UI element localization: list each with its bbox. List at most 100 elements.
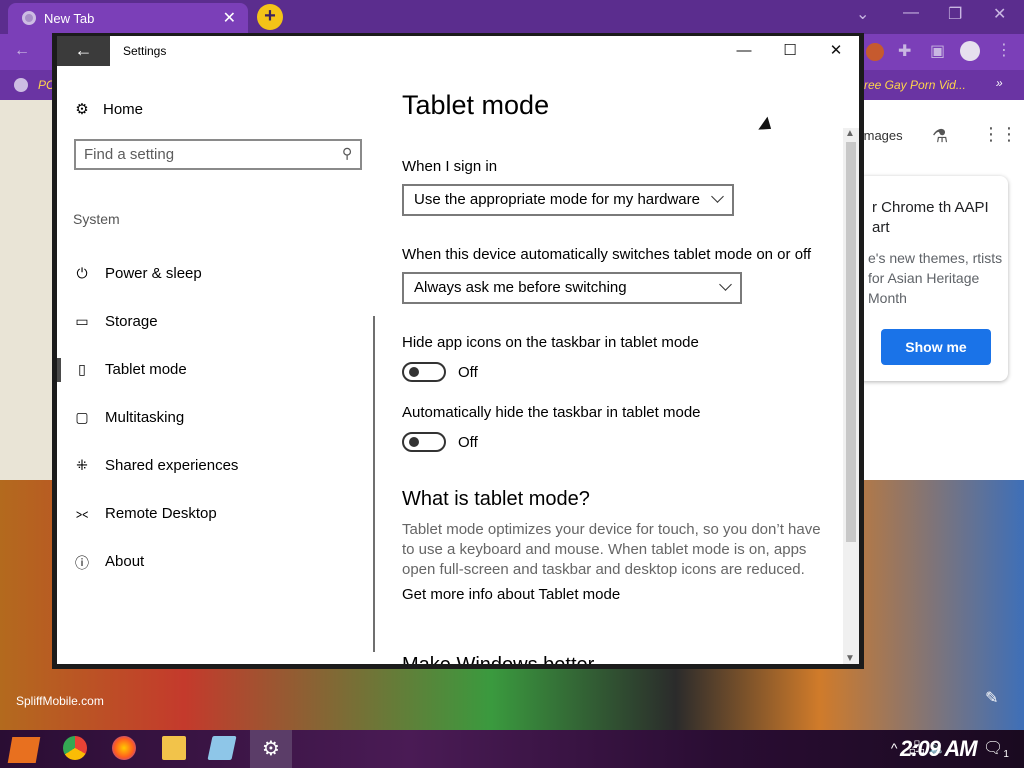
extensions-icon[interactable]: ✚ xyxy=(898,41,911,61)
sidebar-item-storage[interactable]: ▭ Storage xyxy=(57,302,367,342)
new-tab-button[interactable]: + xyxy=(257,4,283,30)
settings-titlebar: ← Settings — ☐ ✕ xyxy=(57,36,859,66)
bookmark-right[interactable]: ree Gay Porn Vid... xyxy=(864,78,966,92)
hide-icons-label: Hide app icons on the taskbar in tablet … xyxy=(402,334,699,351)
maximize-button[interactable]: ☐ xyxy=(767,40,813,62)
sidebar-item-multitasking[interactable]: ▢ Multitasking xyxy=(57,398,367,438)
labs-flask-icon[interactable]: ⚗ xyxy=(932,126,948,147)
sidebar-item-remote-desktop[interactable]: ⪥ Remote Desktop xyxy=(57,494,367,534)
menu-dots-icon[interactable]: ⋮ xyxy=(996,40,1012,60)
close-button[interactable]: ✕ xyxy=(813,40,859,62)
shared-experiences-icon: ⁜ xyxy=(76,457,88,473)
nav-section-title: System xyxy=(73,211,120,227)
switch-label: When this device automatically switches … xyxy=(402,246,812,263)
account-avatar-icon[interactable] xyxy=(960,41,980,61)
images-link[interactable]: Images xyxy=(860,128,903,143)
scroll-thumb[interactable] xyxy=(846,142,856,542)
watermark: SpliffMobile.com xyxy=(16,694,104,708)
browser-close-icon[interactable]: ✕ xyxy=(993,4,1006,24)
browser-tab[interactable]: New Tab ✕ xyxy=(8,3,248,34)
promo-body: e's new themes, rtists for Asian Heritag… xyxy=(868,250,1003,306)
chevron-down-icon xyxy=(711,190,724,203)
sidebar-item-about[interactable]: ⓘ About xyxy=(57,542,367,582)
promo-card: r Chrome th AAPI art e's new themes, rti… xyxy=(858,176,1008,381)
sidebar-item-label: Storage xyxy=(105,313,158,330)
storage-icon: ▭ xyxy=(75,313,89,329)
file-explorer-taskbar-icon[interactable] xyxy=(162,736,186,760)
page-title: Tablet mode xyxy=(402,90,550,120)
hide-taskbar-state: Off xyxy=(458,434,478,451)
what-is-description: Tablet mode optimizes your device for to… xyxy=(402,521,821,578)
browser-back-icon[interactable]: ← xyxy=(14,42,30,60)
apps-grid-icon[interactable]: ⋮⋮ xyxy=(982,124,1018,145)
settings-window: ← Settings — ☐ ✕ ⚙ Home ⚲ System ⏻ Power … xyxy=(52,33,864,669)
hide-icons-state: Off xyxy=(458,364,478,381)
browser-tab-bar: New Tab ✕ + ⌄ — ❐ ✕ xyxy=(0,0,1024,34)
chevron-down-icon xyxy=(719,278,732,291)
sidebar-item-shared-experiences[interactable]: ⁜ Shared experiences xyxy=(57,446,367,486)
app-taskbar-icon[interactable] xyxy=(207,736,237,760)
info-icon: ⓘ xyxy=(75,555,89,571)
search-box[interactable]: ⚲ xyxy=(74,139,362,170)
what-is-heading: What is tablet mode? xyxy=(402,488,590,510)
nav-home[interactable]: ⚙ Home xyxy=(73,100,143,118)
search-icon[interactable]: ⚲ xyxy=(342,145,352,162)
switch-mode-value: Always ask me before switching xyxy=(414,279,627,296)
start-logo-icon[interactable] xyxy=(7,737,41,763)
scroll-up-icon[interactable]: ▲ xyxy=(845,128,855,139)
promo-title: r Chrome th AAPI art xyxy=(872,199,989,236)
signin-label: When I sign in xyxy=(402,158,498,175)
signin-mode-value: Use the appropriate mode for my hardware xyxy=(414,191,700,208)
browser-minimize-icon[interactable]: — xyxy=(903,4,919,22)
settings-content: ← Settings — ☐ ✕ ⚙ Home ⚲ System ⏻ Power … xyxy=(57,36,859,664)
sidebar-item-label: Tablet mode xyxy=(105,361,187,378)
remote-desktop-icon: ⪥ xyxy=(75,505,89,521)
gear-icon: ⚙ xyxy=(75,101,89,118)
sidebar-item-label: Power & sleep xyxy=(105,265,202,282)
notification-center-icon[interactable]: 🗨1 xyxy=(983,738,1009,760)
chrome-favicon-icon xyxy=(22,11,36,25)
scroll-down-icon[interactable]: ▼ xyxy=(845,653,855,664)
multitasking-icon: ▢ xyxy=(75,409,89,425)
browser-tab-title: New Tab xyxy=(44,11,95,26)
hide-icons-toggle[interactable] xyxy=(402,362,446,382)
switch-mode-dropdown[interactable]: Always ask me before switching xyxy=(402,272,742,304)
close-tab-icon[interactable]: ✕ xyxy=(223,8,236,28)
bookmarks-overflow-icon[interactable]: » xyxy=(996,76,1003,90)
toggle-knob xyxy=(409,367,419,377)
settings-taskbar-icon[interactable]: ⚙ xyxy=(250,730,292,768)
power-icon: ⏻ xyxy=(76,265,88,281)
signin-mode-dropdown[interactable]: Use the appropriate mode for my hardware xyxy=(402,184,734,216)
search-input[interactable] xyxy=(84,146,334,163)
sidebar-item-label: Multitasking xyxy=(105,409,185,426)
sidebar-item-label: Remote Desktop xyxy=(105,505,217,522)
make-windows-better-heading: Make Windows better xyxy=(402,654,594,664)
hide-taskbar-toggle[interactable] xyxy=(402,432,446,452)
window-title: Settings xyxy=(123,44,167,58)
taskbar: ⚙ ^ 🖧 🔈 2:09 AM 🗨1 xyxy=(0,730,1024,768)
sidebar-item-label: About xyxy=(105,553,145,570)
firefox-taskbar-icon[interactable] xyxy=(112,736,136,760)
sidebar-item-label: Shared experiences xyxy=(105,457,239,474)
minimize-button[interactable]: — xyxy=(721,40,767,62)
show-me-button[interactable]: Show me xyxy=(881,329,991,365)
bookmark-favicon-icon xyxy=(14,78,28,92)
back-button[interactable]: ← xyxy=(57,36,110,66)
notification-count: 1 xyxy=(1003,749,1009,761)
taskbar-clock[interactable]: 2:09 AM xyxy=(900,736,978,762)
side-panel-icon[interactable]: ▣ xyxy=(930,41,945,61)
chrome-taskbar-icon[interactable] xyxy=(63,736,87,760)
hide-taskbar-label: Automatically hide the taskbar in tablet… xyxy=(402,404,701,421)
customize-pencil-icon[interactable]: ✎ xyxy=(985,688,998,708)
scrollbar[interactable]: ▲ ▼ xyxy=(843,128,859,664)
more-info-link[interactable]: Get more info about Tablet mode xyxy=(402,586,620,603)
selected-indicator xyxy=(57,358,61,382)
sidebar-item-tablet-mode[interactable]: ▯ Tablet mode xyxy=(57,350,367,390)
nav-home-label: Home xyxy=(103,101,144,118)
tab-search-icon[interactable]: ⌄ xyxy=(856,4,869,24)
nav-divider xyxy=(373,316,375,652)
tablet-mode-icon: ▯ xyxy=(78,361,86,377)
sidebar-item-power-sleep[interactable]: ⏻ Power & sleep xyxy=(57,254,367,294)
profile-photo-icon[interactable] xyxy=(866,43,884,61)
browser-restore-icon[interactable]: ❐ xyxy=(948,4,962,24)
